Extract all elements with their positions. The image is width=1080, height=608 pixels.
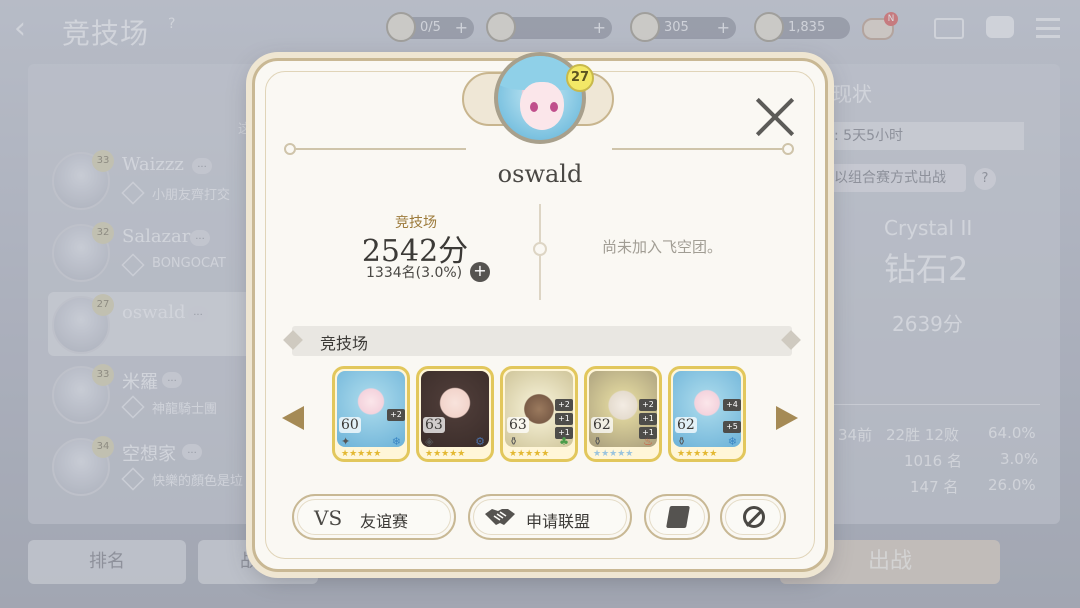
hero-level: 62 [675,417,697,433]
hero-element-icon: ❄ [391,435,401,448]
hero-class-icon: ⚱ [593,435,603,448]
ornament-line-left [296,148,466,150]
hero-stars: ★★★★★ [677,449,718,459]
profile-player-name: oswald [497,160,583,188]
hero-element-icon: ❄ [727,435,737,448]
close-icon[interactable] [754,96,796,138]
ornament-knot-left [284,143,296,155]
hero-boost-badge: +1 [555,413,573,425]
handshake-icon [485,509,515,525]
avatar-eye [530,102,538,112]
previous-team-arrow-icon[interactable] [278,400,308,436]
hero-card[interactable]: 62 +4 +5 ⚱ ❄ ★★★★★ [668,366,746,462]
section-title: 竞技场 [320,334,369,353]
player-level-badge: 27 [566,64,594,92]
hero-class-icon: ⚱ [509,435,519,448]
hero-card[interactable]: 62 +2 +1 +1 ⚱ ♨ ★★★★★ [584,366,662,462]
friendly-match-button[interactable]: VS 友谊赛 [292,494,456,540]
request-alliance-label: 申请联盟 [526,512,591,531]
modal-inner-border [265,71,815,559]
report-button[interactable] [644,494,710,540]
hero-card[interactable]: 63 +2 +1 +1 ⚱ ♣ ★★★★★ [500,366,578,462]
ornament-knot-right [782,143,794,155]
arena-detail-plus-button[interactable]: + [470,262,490,282]
hero-card[interactable]: 60 +2 ✦ ❄ ★★★★★ [332,366,410,462]
hero-level: 63 [507,417,529,433]
hero-level: 60 [339,417,361,433]
avatar-eye [550,102,558,112]
report-flag-icon [666,506,690,528]
hero-element-icon: ♣ [559,435,569,448]
hero-element-icon: ♨ [643,435,653,448]
hero-element-icon: ⚙ [475,435,485,448]
hero-class-icon: ⚱ [677,435,687,448]
vs-icon: VS [314,506,343,530]
info-divider-knot [533,242,547,256]
hero-boost-badge: +2 [387,409,405,421]
hero-boost-badge: +5 [723,421,741,433]
hero-level: 62 [591,417,613,433]
hero-stars: ★★★★★ [509,449,550,459]
block-icon [743,506,765,528]
next-team-arrow-icon[interactable] [772,400,802,436]
ornament-line-right [612,148,782,150]
hero-boost-badge: +1 [639,413,657,425]
request-alliance-button[interactable]: 申请联盟 [468,494,632,540]
hero-level: 63 [423,417,445,433]
hero-boost-badge: +2 [555,399,573,411]
friendly-match-label: 友谊赛 [360,512,409,531]
arena-rank: 1334名(3.0%) [366,265,463,281]
hero-stars: ★★★★★ [593,449,634,459]
hero-class-icon: ◈ [425,435,434,448]
hero-stars: ★★★★★ [425,449,466,459]
hero-stars: ★★★★★ [341,449,382,459]
hero-class-icon: ✦ [341,435,351,448]
guild-status: 尚未加入飞空团。 [602,238,723,256]
hero-boost-badge: +4 [723,399,741,411]
hero-boost-badge: +2 [639,399,657,411]
block-button[interactable] [720,494,786,540]
hero-card[interactable]: 63 ◈ ⚙ ★★★★★ [416,366,494,462]
